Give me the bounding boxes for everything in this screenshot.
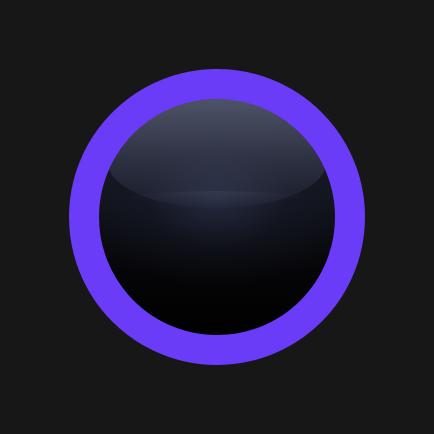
button-gloss-edge xyxy=(108,191,326,220)
button-gloss-highlight xyxy=(108,99,326,208)
app-canvas xyxy=(0,0,434,434)
round-action-button[interactable] xyxy=(69,69,365,365)
